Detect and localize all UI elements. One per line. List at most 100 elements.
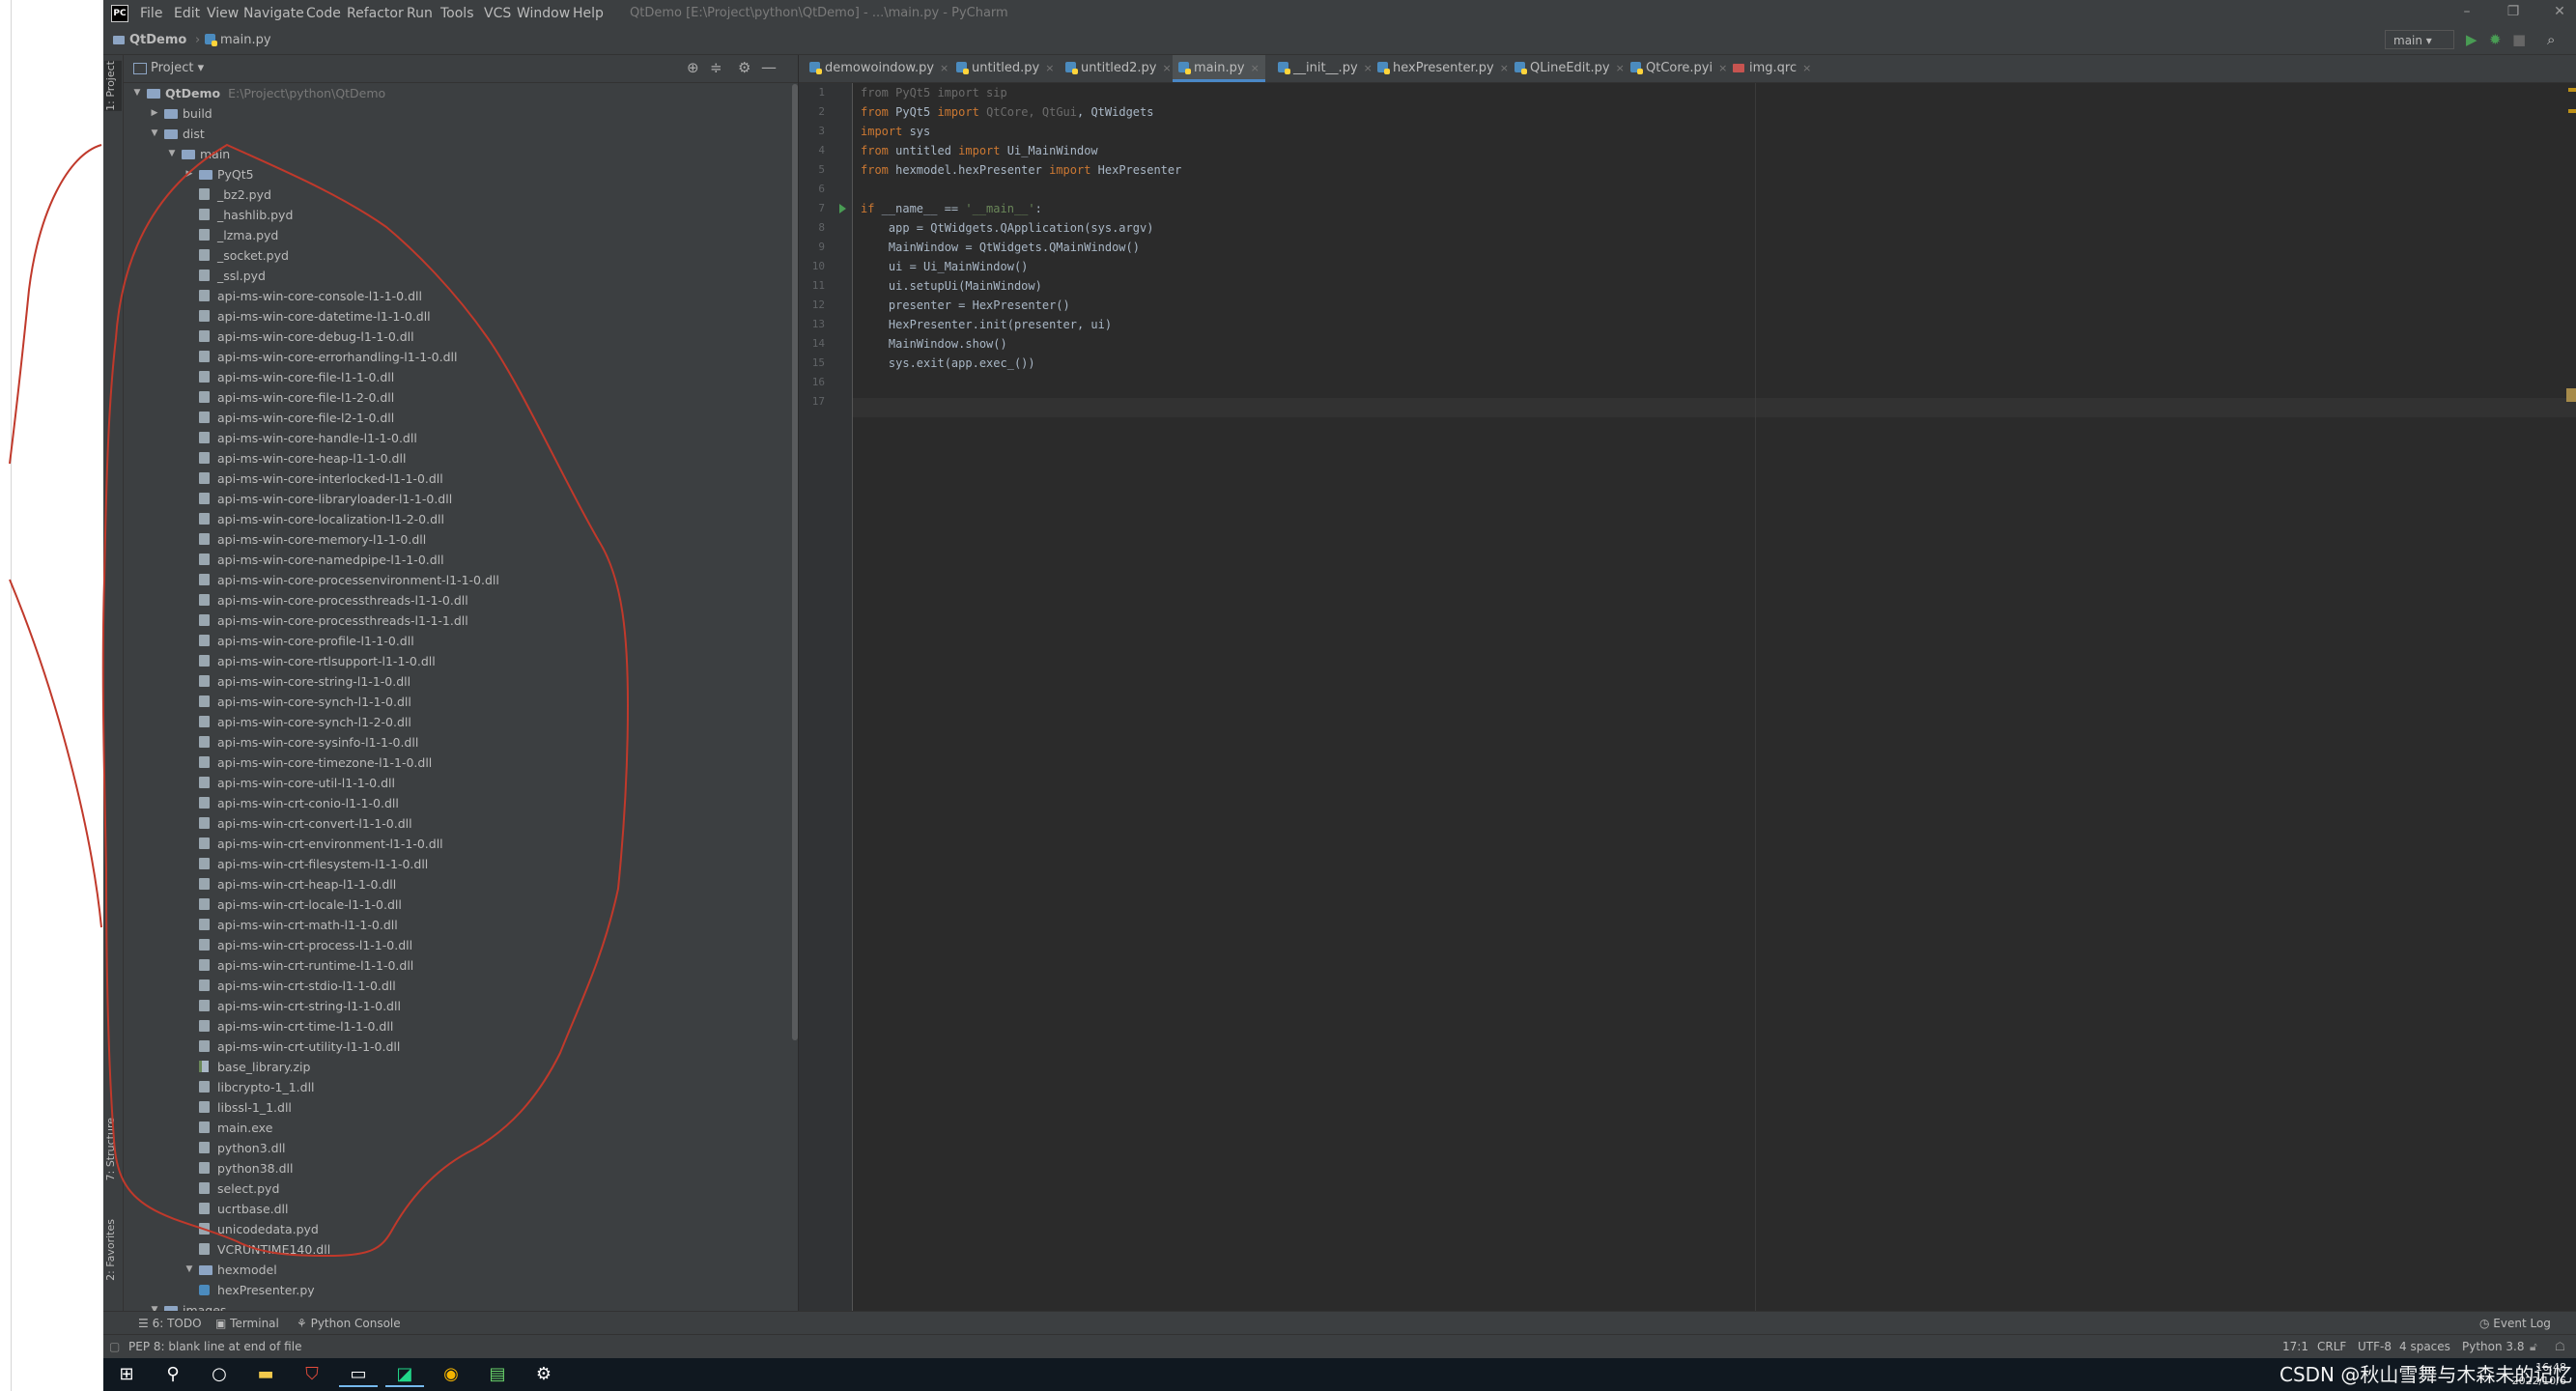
editor-tab[interactable]: QLineEdit.py × xyxy=(1509,55,1630,82)
tree-row[interactable]: api-ms-win-core-localization-l1-2-0.dll xyxy=(124,509,790,529)
notepad-icon[interactable]: ▤ xyxy=(478,1362,517,1387)
tree-row[interactable]: api-ms-win-core-util-l1-1-0.dll xyxy=(124,773,790,793)
tree-row[interactable]: select.pyd xyxy=(124,1178,790,1199)
tree-row[interactable]: api-ms-win-crt-stdio-l1-1-0.dll xyxy=(124,976,790,996)
tree-row[interactable]: api-ms-win-core-synch-l1-1-0.dll xyxy=(124,692,790,712)
code-line[interactable]: presenter = HexPresenter() xyxy=(861,296,1070,315)
tree-row[interactable]: api-ms-win-crt-convert-l1-1-0.dll xyxy=(124,813,790,834)
hide-panel-icon[interactable]: — xyxy=(761,58,777,76)
menu-run[interactable]: Run xyxy=(407,6,433,21)
code-line[interactable]: MainWindow = QtWidgets.QMainWindow() xyxy=(861,238,1140,257)
settings-gear-icon[interactable]: ⚙ xyxy=(524,1362,563,1387)
tree-row[interactable]: api-ms-win-crt-conio-l1-1-0.dll xyxy=(124,793,790,813)
tree-row[interactable]: api-ms-win-crt-process-l1-1-0.dll xyxy=(124,935,790,955)
file-explorer-icon[interactable]: ▬ xyxy=(246,1362,285,1387)
code-line[interactable]: from untitled import Ui_MainWindow xyxy=(861,141,1098,160)
tree-row[interactable]: api-ms-win-core-file-l2-1-0.dll xyxy=(124,408,790,428)
structure-tool-tab[interactable]: 7: Structure xyxy=(104,1118,122,1180)
code-line[interactable]: ui = Ui_MainWindow() xyxy=(861,257,1029,276)
tree-row[interactable]: ucrtbase.dll xyxy=(124,1199,790,1219)
menu-code[interactable]: Code xyxy=(306,6,341,21)
project-tree-scrollbar[interactable] xyxy=(792,84,798,1040)
tree-row[interactable]: api-ms-win-crt-heap-l1-1-0.dll xyxy=(124,874,790,894)
tree-row[interactable]: api-ms-win-core-rtlsupport-l1-1-0.dll xyxy=(124,651,790,671)
tree-row[interactable]: api-ms-win-crt-filesystem-l1-1-0.dll xyxy=(124,854,790,874)
tree-row[interactable]: base_library.zip xyxy=(124,1057,790,1077)
tree-row[interactable]: python38.dll xyxy=(124,1158,790,1178)
tree-row[interactable]: python3.dll xyxy=(124,1138,790,1158)
editor-tab[interactable]: main.py × xyxy=(1173,55,1265,82)
tree-row[interactable]: api-ms-win-crt-utility-l1-1-0.dll xyxy=(124,1036,790,1057)
tree-row[interactable]: _lzma.pyd xyxy=(124,225,790,245)
tree-row[interactable]: api-ms-win-core-profile-l1-1-0.dll xyxy=(124,631,790,651)
editor-tab[interactable]: __init__.py × xyxy=(1272,55,1378,82)
tree-row[interactable]: libcrypto-1_1.dll xyxy=(124,1077,790,1097)
tree-row[interactable]: hexPresenter.py xyxy=(124,1280,790,1300)
menu-refactor[interactable]: Refactor xyxy=(347,6,404,21)
favorites-tool-tab[interactable]: 2: Favorites xyxy=(104,1219,122,1281)
locate-file-icon[interactable]: ⊕ xyxy=(687,59,699,76)
tree-row[interactable]: api-ms-win-core-processthreads-l1-1-1.dl… xyxy=(124,610,790,631)
tree-row[interactable]: api-ms-win-core-synch-l1-2-0.dll xyxy=(124,712,790,732)
project-view-selector[interactable]: Project ▾ xyxy=(151,61,204,75)
tree-row[interactable]: api-ms-win-core-processenvironment-l1-1-… xyxy=(124,570,790,590)
close-tab-icon[interactable]: × xyxy=(1500,62,1509,74)
menu-edit[interactable]: Edit xyxy=(174,6,200,21)
tree-row[interactable]: api-ms-win-crt-math-l1-1-0.dll xyxy=(124,915,790,935)
code-line[interactable]: app = QtWidgets.QApplication(sys.argv) xyxy=(861,218,1154,238)
tree-row[interactable]: api-ms-win-core-console-l1-1-0.dll xyxy=(124,286,790,306)
run-config-select[interactable]: main ▾ xyxy=(2385,30,2454,49)
expand-arrow-icon[interactable]: ▼ xyxy=(149,1300,160,1311)
code-line[interactable]: from hexmodel.hexPresenter import HexPre… xyxy=(861,160,1181,180)
menu-navigate[interactable]: Navigate xyxy=(243,6,304,21)
menu-window[interactable]: Window xyxy=(517,6,570,21)
expand-arrow-icon[interactable]: ▼ xyxy=(149,124,160,144)
search-icon[interactable]: ⚲ xyxy=(154,1362,192,1387)
tree-row[interactable]: api-ms-win-core-handle-l1-1-0.dll xyxy=(124,428,790,448)
tree-row[interactable]: ▼ hexmodel xyxy=(124,1260,790,1280)
code-line[interactable]: ui.setupUi(MainWindow) xyxy=(861,276,1042,296)
tree-row[interactable]: ▼ dist xyxy=(124,124,790,144)
status-panel-icon[interactable]: ▢ xyxy=(109,1340,120,1353)
menu-vcs[interactable]: VCS xyxy=(484,6,511,21)
tree-row[interactable]: api-ms-win-core-sysinfo-l1-1-0.dll xyxy=(124,732,790,752)
tree-row[interactable]: api-ms-win-core-debug-l1-1-0.dll xyxy=(124,326,790,347)
menu-view[interactable]: View xyxy=(207,6,239,21)
project-tool-tab[interactable]: 1: Project xyxy=(104,61,122,111)
tree-row[interactable]: api-ms-win-core-file-l1-2-0.dll xyxy=(124,387,790,408)
close-tab-icon[interactable]: × xyxy=(1616,62,1625,74)
tree-row[interactable]: api-ms-win-core-namedpipe-l1-1-0.dll xyxy=(124,550,790,570)
expand-arrow-icon[interactable]: ▼ xyxy=(131,83,143,103)
close-tab-icon[interactable]: × xyxy=(940,62,948,74)
code-line[interactable]: if __name__ == '__main__': xyxy=(861,199,1042,218)
tree-row[interactable]: ▼ QtDemo E:\Project\python\QtDemo xyxy=(124,83,790,103)
tree-row[interactable]: api-ms-win-core-errorhandling-l1-1-0.dll xyxy=(124,347,790,367)
tree-row[interactable]: api-ms-win-core-file-l1-1-0.dll xyxy=(124,367,790,387)
search-icon[interactable]: ⌕ xyxy=(2547,31,2555,48)
tree-row[interactable]: main.exe xyxy=(124,1118,790,1138)
tree-row[interactable]: api-ms-win-core-memory-l1-1-0.dll xyxy=(124,529,790,550)
tree-row[interactable]: api-ms-win-core-string-l1-1-0.dll xyxy=(124,671,790,692)
editor-tab[interactable]: untitled2.py × xyxy=(1060,55,1177,82)
editor-tab[interactable]: demowoindow.py × xyxy=(804,55,954,82)
tree-row[interactable]: unicodedata.pyd xyxy=(124,1219,790,1239)
tree-row[interactable]: _socket.pyd xyxy=(124,245,790,266)
warning-marker[interactable] xyxy=(2568,109,2576,113)
menu-tools[interactable]: Tools xyxy=(440,6,474,21)
tree-row[interactable]: api-ms-win-core-timezone-l1-1-0.dll xyxy=(124,752,790,773)
tree-row[interactable]: _bz2.pyd xyxy=(124,185,790,205)
code-line[interactable]: HexPresenter.init(presenter, ui) xyxy=(861,315,1112,334)
windows-start-icon[interactable]: ⊞ xyxy=(107,1362,146,1387)
code-line[interactable]: MainWindow.show() xyxy=(861,334,1007,354)
expand-arrow-icon[interactable]: ▼ xyxy=(184,1260,195,1280)
code-editor[interactable]: from PyQt5 import sip from PyQt5 import Q… xyxy=(861,83,2503,1311)
close-tab-icon[interactable]: × xyxy=(1718,62,1727,74)
lock-icon[interactable]: 🔓︎ xyxy=(2530,1340,2537,1354)
close-tab-icon[interactable]: × xyxy=(1251,62,1260,74)
tree-row[interactable]: libssl-1_1.dll xyxy=(124,1097,790,1118)
python-console-tab[interactable]: ⚘ Python Console xyxy=(297,1317,401,1330)
run-icon[interactable]: ▶ xyxy=(2466,31,2477,48)
editor-tab[interactable]: QtCore.pyi × xyxy=(1625,55,1733,82)
current-line-marker[interactable] xyxy=(2566,388,2576,402)
tree-row[interactable]: _hashlib.pyd xyxy=(124,205,790,225)
